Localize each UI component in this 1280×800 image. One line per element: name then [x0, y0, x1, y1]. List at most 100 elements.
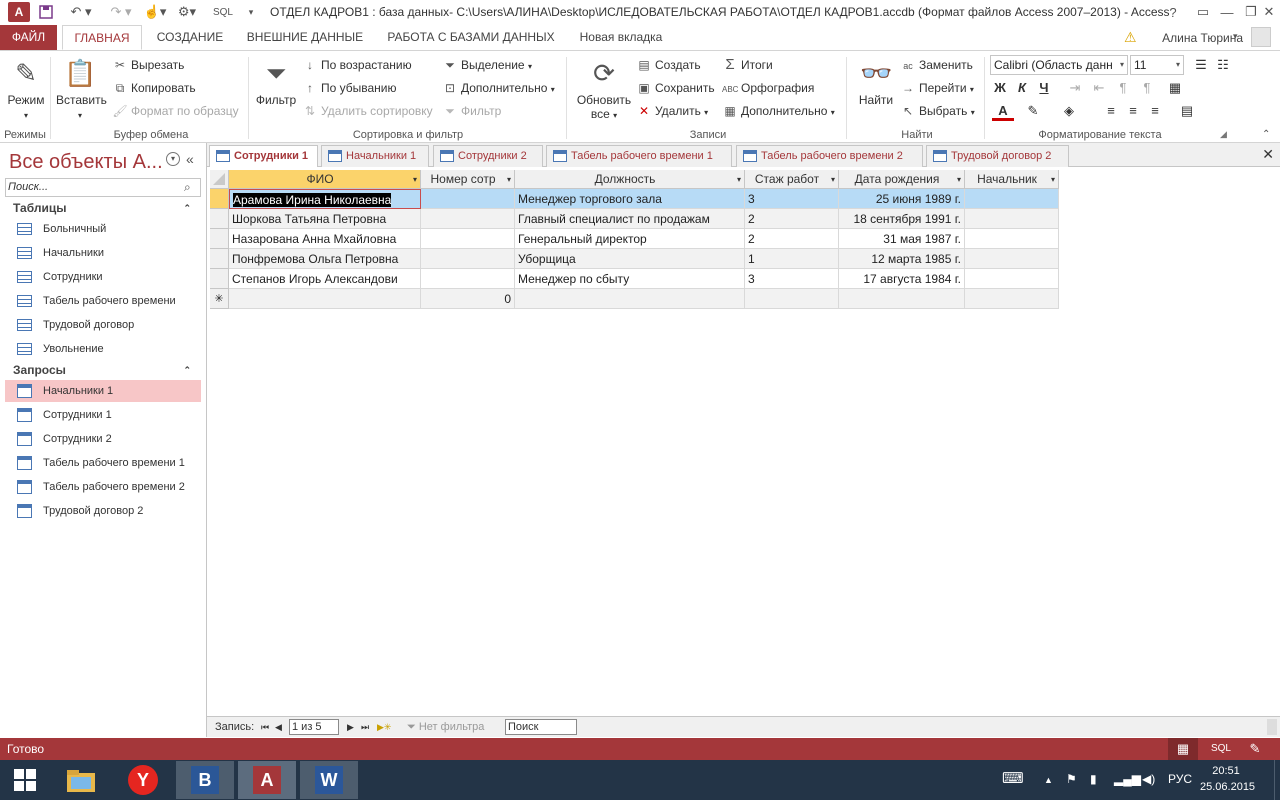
table-cell[interactable]: 31 мая 1987 г.	[839, 229, 965, 249]
new-record-marker[interactable]: ✳	[210, 289, 229, 309]
table-cell[interactable]: 2	[745, 229, 839, 249]
tray-expand-icon[interactable]: ▲	[1044, 775, 1053, 785]
column-header[interactable]: Должность ▾	[515, 170, 745, 189]
alt-row-color-icon[interactable]: ▤	[1176, 101, 1198, 121]
format-painter-button[interactable]: 🖌 Формат по образцу	[112, 101, 238, 121]
table-cell[interactable]: Главный специалист по продажам	[515, 209, 745, 229]
action-center-icon[interactable]: ⚑	[1066, 772, 1077, 786]
nav-table-item[interactable]: Трудовой договор	[5, 314, 201, 336]
tab-database-tools[interactable]: РАБОТА С БАЗАМИ ДАННЫХ	[380, 25, 562, 50]
doc-tab-active[interactable]: Сотрудники 1	[209, 145, 318, 167]
collapse-nav-icon[interactable]: «	[186, 151, 194, 167]
close-document-icon[interactable]: ✕	[1262, 146, 1274, 163]
spelling-button[interactable]: ABC Орфография	[722, 78, 814, 98]
customize-icon[interactable]: ⚙▾	[174, 2, 200, 22]
access-logo[interactable]: A	[8, 2, 30, 22]
table-cell[interactable]	[745, 289, 839, 309]
user-name[interactable]: Алина Тюрина	[1162, 31, 1243, 45]
underline-button[interactable]: Ч	[1033, 78, 1055, 98]
dialog-launcher-icon[interactable]: ◢	[1220, 129, 1227, 140]
collapse-ribbon-icon[interactable]: ⌃	[1262, 129, 1270, 140]
record-search-input[interactable]: Поиск	[505, 719, 577, 735]
column-dropdown-icon[interactable]: ▾	[957, 170, 961, 188]
word-taskbar-button[interactable]: W	[300, 761, 358, 799]
new-record-button[interactable]: ▤ Создать	[636, 55, 700, 75]
avatar[interactable]	[1251, 27, 1271, 47]
column-header[interactable]: Начальник ▾	[965, 170, 1059, 189]
more-records-button[interactable]: ▦ Дополнительно ▾	[722, 101, 834, 121]
save-record-button[interactable]: ▣ Сохранить	[636, 78, 714, 98]
table-cell[interactable]: Уборщица	[515, 249, 745, 269]
table-cell[interactable]: 2	[745, 209, 839, 229]
column-dropdown-icon[interactable]: ▾	[737, 170, 741, 188]
collapse-section-icon[interactable]: ⌃	[183, 360, 191, 380]
view-mode-button[interactable]: ✎ Режим ▾	[2, 55, 50, 127]
doc-tab[interactable]: Сотрудники 2	[433, 145, 543, 167]
table-cell[interactable]	[965, 249, 1059, 269]
select-button[interactable]: ↖ Выбрать ▾	[900, 101, 975, 121]
language-indicator[interactable]: РУС	[1168, 772, 1192, 786]
battery-icon[interactable]: ▮	[1090, 772, 1097, 786]
replace-button[interactable]: ac Заменить	[900, 55, 973, 75]
nav-query-item[interactable]: Трудовой договор 2	[5, 500, 201, 522]
table-cell[interactable]: 18 сентября 1991 г.	[839, 209, 965, 229]
table-cell[interactable]: Степанов Игорь Александови	[229, 269, 421, 289]
qat-sql-view-button[interactable]: SQL	[210, 2, 236, 22]
column-dropdown-icon[interactable]: ▾	[831, 170, 835, 188]
undo-icon[interactable]: ↶ ▾	[66, 2, 96, 22]
nav-section-tables[interactable]: Таблицы ⌃	[5, 198, 201, 218]
table-cell[interactable]	[965, 289, 1059, 309]
save-icon[interactable]	[36, 2, 56, 22]
column-header[interactable]: ФИО ▾	[229, 170, 421, 189]
tab-new[interactable]: Новая вкладка	[572, 25, 670, 50]
nav-table-item[interactable]: Начальники	[5, 242, 201, 264]
column-dropdown-icon[interactable]: ▾	[507, 170, 511, 188]
qat-dropdown-icon[interactable]: ▾	[244, 2, 258, 22]
highlight-icon[interactable]: ✎	[1022, 101, 1044, 121]
file-explorer-button[interactable]	[52, 761, 110, 799]
row-selector[interactable]	[210, 209, 229, 229]
nav-menu-chevron-icon[interactable]: ▾	[166, 152, 180, 166]
nav-query-item[interactable]: Сотрудники 2	[5, 428, 201, 450]
table-cell[interactable]	[421, 249, 515, 269]
redo-icon[interactable]: ↷ ▾	[106, 2, 136, 22]
align-left-icon[interactable]: ≡	[1100, 101, 1122, 121]
show-desktop-button[interactable]	[1274, 760, 1280, 800]
filter-button[interactable]: ⏷ Фильтр	[252, 55, 300, 127]
row-selector[interactable]	[210, 269, 229, 289]
ltr-icon[interactable]: ¶	[1112, 78, 1134, 98]
table-cell[interactable]: Менеджер торгового зала	[515, 189, 745, 209]
help-icon[interactable]: ?	[1158, 0, 1188, 24]
table-cell[interactable]	[839, 289, 965, 309]
font-name-select[interactable]: Calibri (Область данн ▾	[990, 55, 1128, 75]
column-header[interactable]: Дата рождения ▾	[839, 170, 965, 189]
nav-query-item[interactable]: Сотрудники 1	[5, 404, 201, 426]
advanced-filter-button[interactable]: ⊡ Дополнительно ▾	[442, 78, 555, 98]
no-filter-button[interactable]: ⏷ Нет фильтра	[407, 720, 484, 735]
row-selector[interactable]	[210, 249, 229, 269]
yandex-browser-button[interactable]: Y	[114, 761, 172, 799]
new-record-nav-icon[interactable]: ▶✳	[377, 720, 391, 735]
record-position-input[interactable]: 1 из 5	[289, 719, 339, 735]
access-taskbar-button[interactable]: A	[238, 761, 296, 799]
close-window-icon[interactable]: ✕	[1258, 0, 1280, 24]
touch-mode-icon[interactable]: ☝▾	[142, 2, 168, 22]
collapse-section-icon[interactable]: ⌃	[183, 198, 191, 218]
nav-search-input[interactable]: Поиск...	[5, 178, 201, 197]
nav-table-item[interactable]: Табель рабочего времени	[5, 290, 201, 312]
table-cell[interactable]	[515, 289, 745, 309]
row-selector[interactable]	[210, 189, 229, 209]
table-cell[interactable]: Менеджер по сбыту	[515, 269, 745, 289]
last-record-icon[interactable]: ⏭	[361, 720, 369, 735]
increase-indent-icon[interactable]: ⇥	[1064, 78, 1086, 98]
nav-pane-title[interactable]: Все объекты А...	[9, 151, 163, 174]
column-dropdown-icon[interactable]: ▾	[1051, 170, 1055, 188]
doc-tab[interactable]: Трудовой договор 2	[926, 145, 1069, 167]
doc-tab[interactable]: Табель рабочего времени 1	[546, 145, 732, 167]
column-dropdown-icon[interactable]: ▾	[413, 170, 417, 188]
clock[interactable]: 20:51 25.06.2015	[1200, 763, 1255, 795]
font-color-button[interactable]: A	[992, 101, 1014, 121]
user-dropdown-icon[interactable]: ▾	[1233, 31, 1238, 42]
table-cell[interactable]	[421, 189, 515, 209]
table-cell[interactable]	[421, 269, 515, 289]
